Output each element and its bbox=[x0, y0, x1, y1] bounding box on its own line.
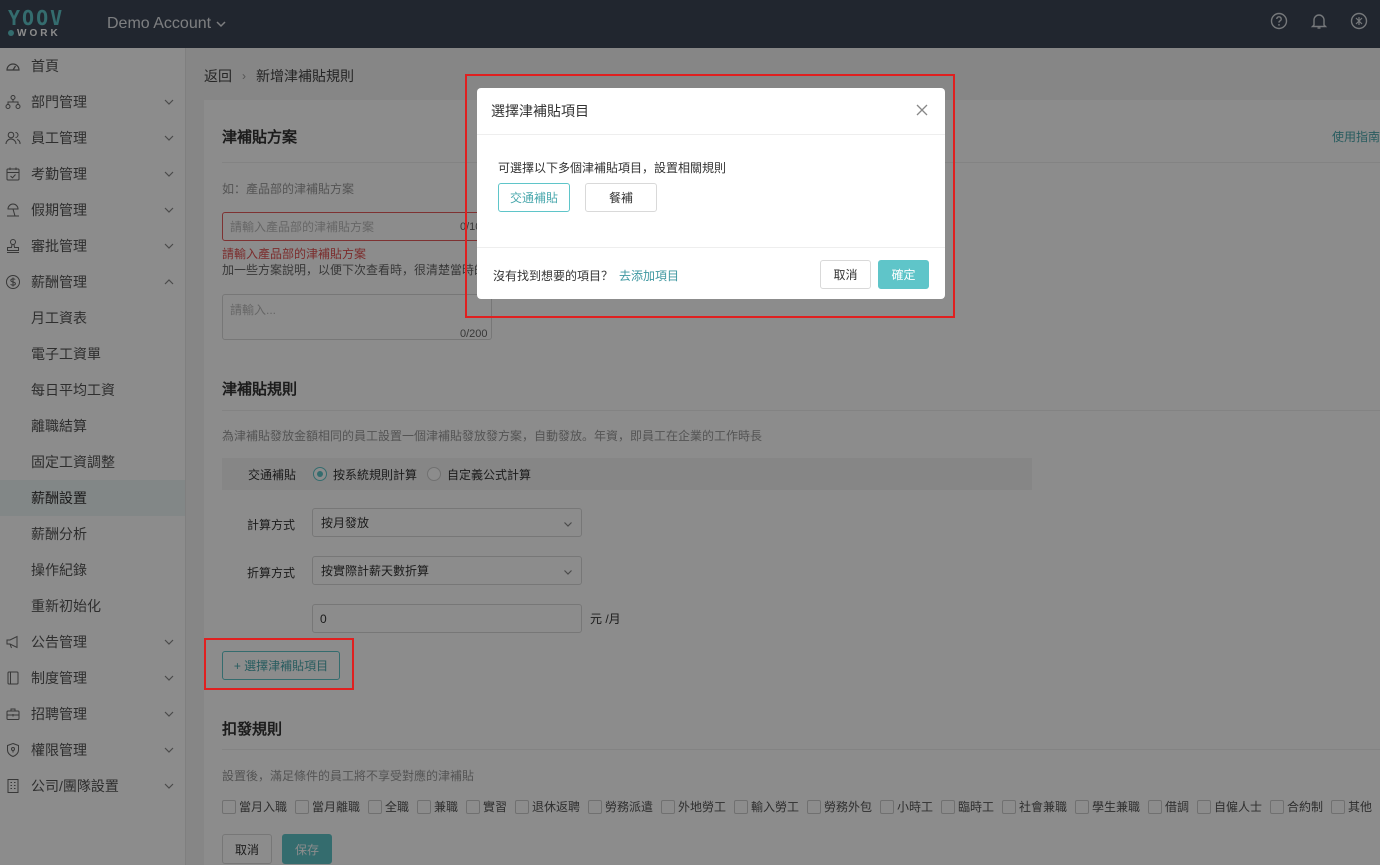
modal-tip: 可選擇以下多個津補貼項目，設置相關規則 bbox=[498, 161, 727, 175]
modal-title: 選擇津補貼項目 bbox=[491, 103, 589, 119]
chip-transport-allowance[interactable]: 交通補貼 bbox=[498, 183, 570, 212]
add-item-link[interactable]: 去添加項目 bbox=[619, 269, 679, 283]
modal-header: 選擇津補貼項目 bbox=[477, 88, 945, 135]
close-icon[interactable] bbox=[915, 103, 929, 117]
modal-footer: 沒有找到想要的項目？ 去添加項目 取消 確定 bbox=[477, 248, 945, 299]
chip-meal-allowance[interactable]: 餐補 bbox=[585, 183, 657, 212]
modal-confirm-button[interactable]: 確定 bbox=[878, 260, 929, 289]
modal-cancel-button[interactable]: 取消 bbox=[820, 260, 871, 289]
select-allowance-modal: 選擇津補貼項目 可選擇以下多個津補貼項目，設置相關規則 交通補貼 餐補 沒有找到… bbox=[477, 88, 945, 299]
modal-footer-question: 沒有找到想要的項目？ 去添加項目 bbox=[493, 269, 680, 283]
modal-body: 可選擇以下多個津補貼項目，設置相關規則 交通補貼 餐補 bbox=[477, 135, 945, 248]
